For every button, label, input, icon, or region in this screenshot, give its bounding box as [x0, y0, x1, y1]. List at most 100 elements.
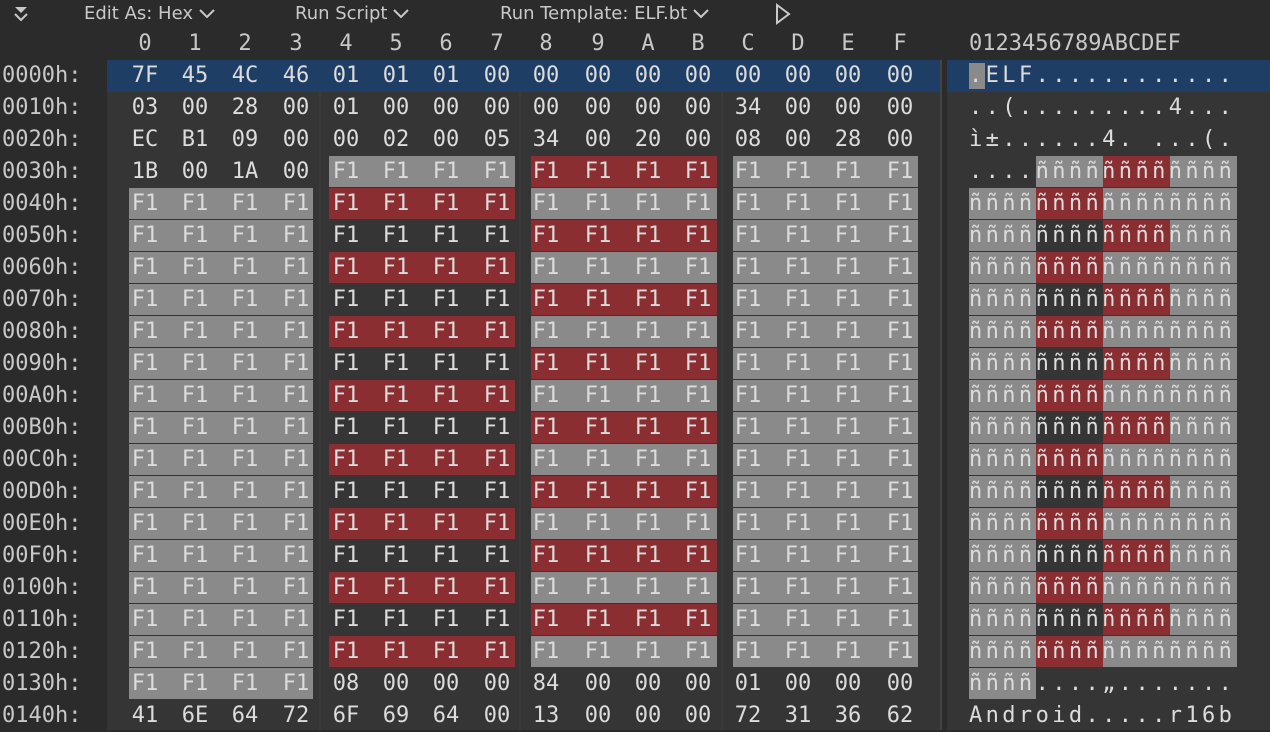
- hex-byte[interactable]: F1: [374, 316, 418, 348]
- hex-byte[interactable]: F1: [726, 540, 770, 572]
- hex-byte[interactable]: 72: [726, 700, 770, 732]
- hex-byte[interactable]: F1: [173, 572, 217, 604]
- hex-byte[interactable]: F1: [274, 316, 318, 348]
- hex-byte[interactable]: F1: [223, 316, 267, 348]
- hex-byte[interactable]: F1: [878, 412, 922, 444]
- hex-byte[interactable]: 00: [776, 668, 820, 700]
- hex-byte[interactable]: F1: [324, 476, 368, 508]
- hex-byte[interactable]: F1: [626, 508, 670, 540]
- hex-byte[interactable]: F1: [274, 348, 318, 380]
- hex-byte[interactable]: F1: [676, 476, 720, 508]
- hex-byte[interactable]: F1: [123, 188, 167, 220]
- hex-byte[interactable]: F1: [173, 412, 217, 444]
- hex-byte[interactable]: F1: [374, 540, 418, 572]
- hex-byte[interactable]: F1: [776, 412, 820, 444]
- hex-byte[interactable]: F1: [878, 572, 922, 604]
- hex-byte[interactable]: F1: [374, 604, 418, 636]
- hex-byte[interactable]: B1: [173, 124, 217, 156]
- hex-byte[interactable]: F1: [173, 316, 217, 348]
- hex-byte[interactable]: F1: [324, 604, 368, 636]
- hex-byte[interactable]: F1: [424, 540, 468, 572]
- hex-byte[interactable]: 00: [676, 668, 720, 700]
- hex-byte[interactable]: 46: [274, 60, 318, 92]
- hex-byte[interactable]: F1: [626, 412, 670, 444]
- hex-byte[interactable]: F1: [626, 316, 670, 348]
- hex-byte[interactable]: EC: [123, 124, 167, 156]
- hex-byte[interactable]: F1: [676, 412, 720, 444]
- hex-byte[interactable]: 00: [676, 124, 720, 156]
- hex-byte[interactable]: F1: [475, 540, 519, 572]
- hex-byte[interactable]: 84: [524, 668, 568, 700]
- hex-byte[interactable]: F1: [726, 220, 770, 252]
- hex-byte[interactable]: F1: [726, 316, 770, 348]
- hex-byte[interactable]: F1: [726, 380, 770, 412]
- hex-byte[interactable]: 00: [576, 92, 620, 124]
- hex-byte[interactable]: F1: [324, 156, 368, 188]
- hex-byte[interactable]: 41: [123, 700, 167, 732]
- hex-byte[interactable]: 28: [826, 124, 870, 156]
- hex-byte[interactable]: F1: [878, 540, 922, 572]
- hex-byte[interactable]: F1: [475, 348, 519, 380]
- hex-byte[interactable]: F1: [576, 380, 620, 412]
- hex-byte[interactable]: F1: [776, 284, 820, 316]
- hex-byte[interactable]: F1: [374, 636, 418, 668]
- hex-byte[interactable]: F1: [626, 444, 670, 476]
- hex-byte[interactable]: F1: [776, 636, 820, 668]
- hex-byte[interactable]: F1: [626, 188, 670, 220]
- hex-byte[interactable]: F1: [424, 284, 468, 316]
- hex-byte[interactable]: F1: [173, 220, 217, 252]
- hex-byte[interactable]: F1: [173, 476, 217, 508]
- hex-byte[interactable]: F1: [424, 252, 468, 284]
- hex-byte[interactable]: F1: [676, 348, 720, 380]
- hex-byte[interactable]: 00: [475, 700, 519, 732]
- hex-byte[interactable]: F1: [626, 284, 670, 316]
- hex-byte[interactable]: 00: [676, 92, 720, 124]
- hex-byte[interactable]: F1: [173, 380, 217, 412]
- hex-byte[interactable]: F1: [123, 668, 167, 700]
- hex-byte[interactable]: F1: [878, 220, 922, 252]
- hex-byte[interactable]: F1: [374, 284, 418, 316]
- hex-byte[interactable]: 00: [726, 60, 770, 92]
- hex-byte[interactable]: F1: [374, 508, 418, 540]
- hex-byte[interactable]: F1: [726, 508, 770, 540]
- hex-byte[interactable]: 1A: [223, 156, 267, 188]
- hex-byte[interactable]: F1: [576, 572, 620, 604]
- hex-byte[interactable]: F1: [878, 380, 922, 412]
- hex-byte[interactable]: F1: [524, 220, 568, 252]
- hex-byte[interactable]: 64: [424, 700, 468, 732]
- hex-byte[interactable]: 00: [626, 700, 670, 732]
- hex-byte[interactable]: F1: [776, 508, 820, 540]
- hex-byte[interactable]: F1: [123, 348, 167, 380]
- hex-byte[interactable]: F1: [726, 572, 770, 604]
- ascii-row[interactable]: ññññññññññññññññ: [969, 380, 1235, 412]
- hex-byte[interactable]: F1: [576, 508, 620, 540]
- hex-byte[interactable]: F1: [173, 188, 217, 220]
- hex-byte[interactable]: F1: [776, 476, 820, 508]
- hex-byte[interactable]: 00: [274, 156, 318, 188]
- hex-byte[interactable]: F1: [626, 156, 670, 188]
- hex-byte[interactable]: F1: [826, 604, 870, 636]
- hex-byte[interactable]: F1: [726, 348, 770, 380]
- hex-byte[interactable]: F1: [173, 284, 217, 316]
- hex-byte[interactable]: F1: [123, 284, 167, 316]
- hex-byte[interactable]: F1: [173, 348, 217, 380]
- ascii-row[interactable]: ññññññññññññññññ: [969, 188, 1235, 220]
- hex-byte[interactable]: F1: [173, 252, 217, 284]
- hex-byte[interactable]: 00: [576, 60, 620, 92]
- hex-byte[interactable]: F1: [475, 444, 519, 476]
- hex-byte[interactable]: F1: [424, 444, 468, 476]
- ascii-row[interactable]: ññññññññññññññññ: [969, 636, 1235, 668]
- hex-byte[interactable]: F1: [274, 508, 318, 540]
- hex-byte[interactable]: F1: [324, 284, 368, 316]
- ascii-row[interactable]: ññññññññññññññññ: [969, 220, 1235, 252]
- hex-byte[interactable]: F1: [576, 444, 620, 476]
- hex-byte[interactable]: F1: [826, 252, 870, 284]
- ascii-row[interactable]: ññññññññññññññññ: [969, 348, 1235, 380]
- hex-byte[interactable]: F1: [524, 508, 568, 540]
- hex-byte[interactable]: F1: [223, 636, 267, 668]
- ascii-row[interactable]: ññññññññññññññññ: [969, 508, 1235, 540]
- hex-byte[interactable]: F1: [524, 604, 568, 636]
- hex-byte[interactable]: 08: [324, 668, 368, 700]
- hex-byte[interactable]: F1: [475, 188, 519, 220]
- hex-byte[interactable]: F1: [274, 668, 318, 700]
